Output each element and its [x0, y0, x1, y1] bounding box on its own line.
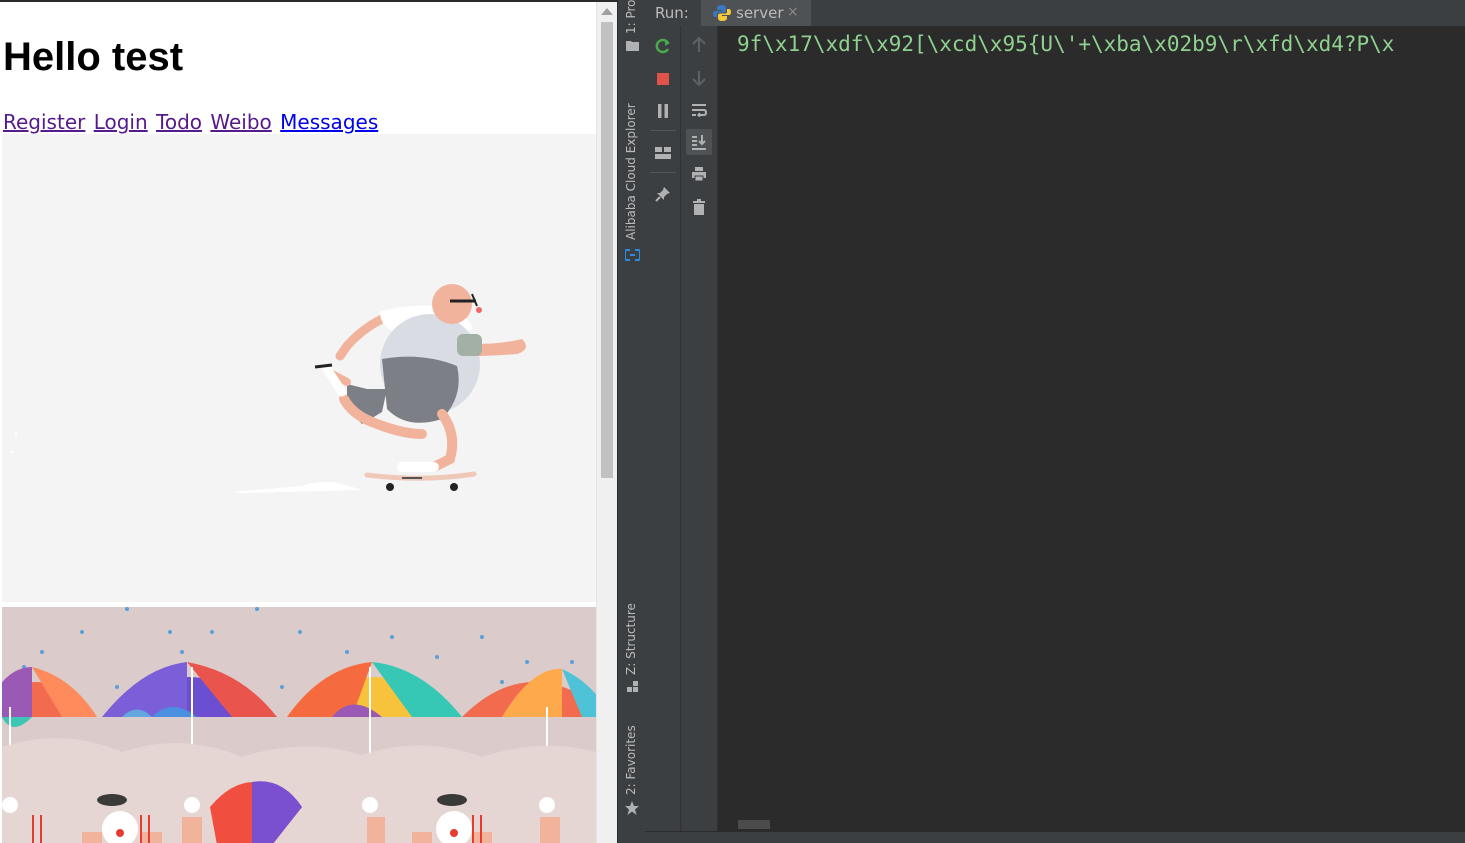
console-output[interactable]: 9f\x17\xdf\x92[\xcd\x95{U\'+\xba\x02b9\r… [718, 26, 1465, 831]
layout-icon [655, 147, 671, 159]
print-icon [692, 167, 706, 182]
folder-icon [626, 41, 639, 51]
nav-link-todo[interactable]: Todo [156, 110, 202, 134]
alibaba-cloud-icon [625, 249, 640, 261]
run-toolwindow-header: Run: server × [645, 0, 1465, 26]
nav-link-login[interactable]: Login [94, 110, 148, 134]
pause-button[interactable] [650, 98, 676, 124]
print-button[interactable] [686, 161, 712, 187]
nav-link-register[interactable]: Register [3, 110, 85, 134]
page-scrollbar[interactable] [596, 2, 617, 843]
console-horizontal-scrollbar[interactable] [738, 820, 770, 829]
arrow-up-icon [692, 37, 706, 52]
nav-link-messages[interactable]: Messages [280, 110, 378, 134]
tab-structure-label: Z: Structure [624, 603, 638, 675]
run-tab-server[interactable]: server × [701, 0, 811, 26]
tab-structure[interactable]: Z: Structure [618, 595, 646, 695]
status-bar [645, 831, 1465, 843]
pause-icon [658, 104, 668, 118]
scroll-up-arrow-icon[interactable] [601, 8, 613, 15]
trash-icon [693, 199, 705, 215]
page-heading: Hello test [3, 35, 184, 79]
toolbar-divider [650, 172, 676, 173]
soft-wrap-icon [692, 104, 707, 117]
structure-icon [627, 681, 638, 692]
run-tab-label: server [736, 4, 784, 22]
web-page: Hello test Register Login Todo Weibo Mes… [2, 2, 596, 843]
star-icon [625, 801, 639, 815]
run-label: Run: [655, 4, 689, 22]
pin-icon [655, 187, 670, 202]
umbrellas-image [2, 607, 596, 843]
restore-layout-button[interactable] [650, 140, 676, 166]
tab-project[interactable]: 1: Project [618, 0, 646, 60]
up-stack-button[interactable] [686, 32, 712, 58]
toolbar-divider [650, 130, 676, 131]
stop-button[interactable] [650, 66, 676, 92]
run-toolbar-secondary [681, 26, 718, 831]
python-icon [713, 5, 731, 21]
scroll-to-end-icon [692, 135, 706, 150]
nav-link-weibo[interactable]: Weibo [210, 110, 271, 134]
tab-alibaba-cloud-explorer[interactable]: Alibaba Cloud Explorer [618, 95, 646, 270]
tab-project-label: 1: Project [624, 0, 638, 34]
browser-viewport: Hello test Register Login Todo Weibo Mes… [0, 0, 617, 843]
arrow-down-icon [692, 71, 706, 86]
scrollbar-thumb[interactable] [601, 22, 613, 478]
stop-icon [657, 73, 669, 85]
tab-alibaba-cloud-label: Alibaba Cloud Explorer [624, 103, 638, 240]
rerun-button[interactable] [650, 33, 676, 59]
rerun-icon [655, 38, 670, 54]
console-line: 9f\x17\xdf\x92[\xcd\x95{U\'+\xba\x02b9\r… [737, 32, 1395, 56]
ide-side-toolwindow-bar: 1: Project Alibaba Cloud Explorer Z: Str… [617, 0, 645, 843]
down-stack-button[interactable] [686, 65, 712, 91]
tab-favorites[interactable]: 2: Favorites [618, 720, 646, 820]
nav-links: Register Login Todo Weibo Messages [3, 109, 380, 135]
clear-all-button[interactable] [686, 194, 712, 220]
scroll-to-end-button[interactable] [686, 129, 712, 155]
run-toolbar-primary [645, 26, 681, 831]
pin-tab-button[interactable] [650, 181, 676, 207]
skateboarder-image [2, 134, 596, 602]
soft-wrap-button[interactable] [686, 97, 712, 123]
close-icon[interactable]: × [787, 4, 799, 20]
tab-favorites-label: 2: Favorites [624, 725, 638, 795]
